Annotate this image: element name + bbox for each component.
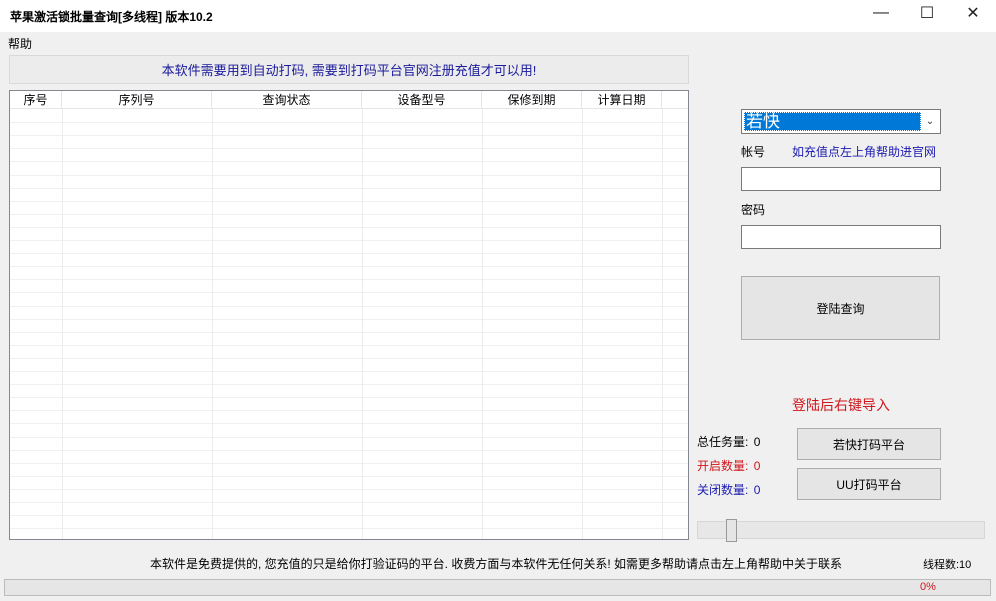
table-row-line (10, 437, 688, 438)
table-row-line (10, 227, 688, 228)
closed-count-value: 0 (753, 483, 761, 497)
table-row-line (10, 292, 688, 293)
uu-platform-label: UU打码平台 (836, 477, 902, 492)
table-row-line (10, 253, 688, 254)
table-row-line (10, 384, 688, 385)
thread-count: 线程数:10 (923, 559, 972, 571)
column-header-index[interactable]: 序号 (10, 91, 62, 109)
results-table[interactable]: 序号 序列号 查询状态 设备型号 保修到期 计算日期 (9, 90, 689, 540)
column-header-calc-date[interactable]: 计算日期 (582, 91, 662, 109)
table-row-line (10, 201, 688, 202)
table-row-line (10, 148, 688, 149)
table-column-line (662, 109, 663, 539)
total-tasks-value: 0 (753, 435, 761, 449)
total-tasks-label: 总任务量: 0 (697, 433, 760, 450)
table-row-line (10, 319, 688, 320)
closed-count-label: 关闭数量: 0 (697, 481, 760, 498)
table-row-line (10, 515, 688, 516)
table-row-line (10, 450, 688, 451)
title-bar: 苹果激活锁批量查询[多线程] 版本10.2 — ☐ ✕ (0, 0, 996, 32)
ruokuai-platform-button[interactable]: 若快打码平台 (797, 428, 941, 460)
chevron-down-icon[interactable]: ⌄ (922, 113, 938, 130)
table-row-line (10, 410, 688, 411)
column-header-model[interactable]: 设备型号 (362, 91, 482, 109)
table-row-line (10, 502, 688, 503)
table-row-line (10, 306, 688, 307)
disclaimer-text: 本软件是免费提供的, 您充值的只是给你打验证码的平台. 收费方面与本软件无任何关… (150, 557, 843, 571)
column-header-status[interactable]: 查询状态 (212, 91, 362, 109)
notice-text: 本软件需要用到自动打码, 需要到打码平台官网注册充值才可以用! (161, 63, 537, 78)
window-title: 苹果激活锁批量查询[多线程] 版本10.2 (10, 10, 213, 24)
account-input[interactable] (741, 167, 941, 191)
table-column-line (62, 109, 63, 539)
table-row-line (10, 463, 688, 464)
menu-bar: 帮助 (0, 32, 996, 52)
minimize-button[interactable]: — (858, 0, 904, 26)
thread-slider[interactable] (697, 519, 985, 542)
close-button[interactable]: ✕ (950, 0, 996, 26)
table-row-line (10, 332, 688, 333)
table-row-line (10, 122, 688, 123)
table-row-line (10, 175, 688, 176)
table-row-line (10, 476, 688, 477)
table-column-line (212, 109, 213, 539)
open-count-label: 开启数量: 0 (697, 457, 760, 474)
table-row-line (10, 266, 688, 267)
table-column-line (482, 109, 483, 539)
platform-select[interactable]: 若快 ⌄ (741, 109, 941, 134)
platform-select-value: 若快 (744, 112, 921, 131)
ruokuai-platform-label: 若快打码平台 (832, 437, 905, 452)
account-label: 帐号 (741, 145, 766, 159)
password-label: 密码 (741, 203, 766, 217)
table-row-line (10, 214, 688, 215)
table-row-line (10, 135, 688, 136)
table-row-line (10, 423, 688, 424)
table-row-line (10, 161, 688, 162)
close-icon: ✕ (966, 5, 980, 22)
open-count-label-text: 开启数量: (697, 459, 749, 473)
table-column-line (582, 109, 583, 539)
progress-bar: 0% (4, 579, 991, 596)
minimize-icon: — (873, 4, 889, 21)
after-login-hint: 登陆后右键导入 (792, 397, 890, 413)
open-count-value: 0 (753, 459, 761, 473)
table-body (10, 109, 688, 539)
login-query-label: 登陆查询 (816, 301, 865, 316)
table-row-line (10, 188, 688, 189)
notice-banner: 本软件需要用到自动打码, 需要到打码平台官网注册充值才可以用! (9, 55, 689, 84)
password-input[interactable] (741, 225, 941, 249)
column-header-serial[interactable]: 序列号 (62, 91, 212, 109)
menu-help[interactable]: 帮助 (8, 35, 32, 52)
table-row-line (10, 358, 688, 359)
maximize-button[interactable]: ☐ (904, 0, 950, 26)
table-row-line (10, 279, 688, 280)
table-row-line (10, 345, 688, 346)
table-row-line (10, 528, 688, 529)
table-row-line (10, 371, 688, 372)
maximize-icon: ☐ (919, 5, 935, 22)
uu-platform-button[interactable]: UU打码平台 (797, 468, 941, 500)
total-tasks-label-text: 总任务量: (697, 435, 749, 449)
table-row-line (10, 397, 688, 398)
slider-thumb[interactable] (726, 519, 737, 542)
table-row-line (10, 489, 688, 490)
closed-count-label-text: 关闭数量: (697, 483, 749, 497)
progress-text: 0% (920, 581, 936, 593)
table-row-line (10, 240, 688, 241)
recharge-hint-link[interactable]: 如充值点左上角帮助进官网 (792, 143, 936, 160)
column-header-warranty[interactable]: 保修到期 (482, 91, 582, 109)
table-header: 序号 序列号 查询状态 设备型号 保修到期 计算日期 (10, 91, 688, 109)
login-query-button[interactable]: 登陆查询 (741, 276, 940, 340)
table-column-line (362, 109, 363, 539)
